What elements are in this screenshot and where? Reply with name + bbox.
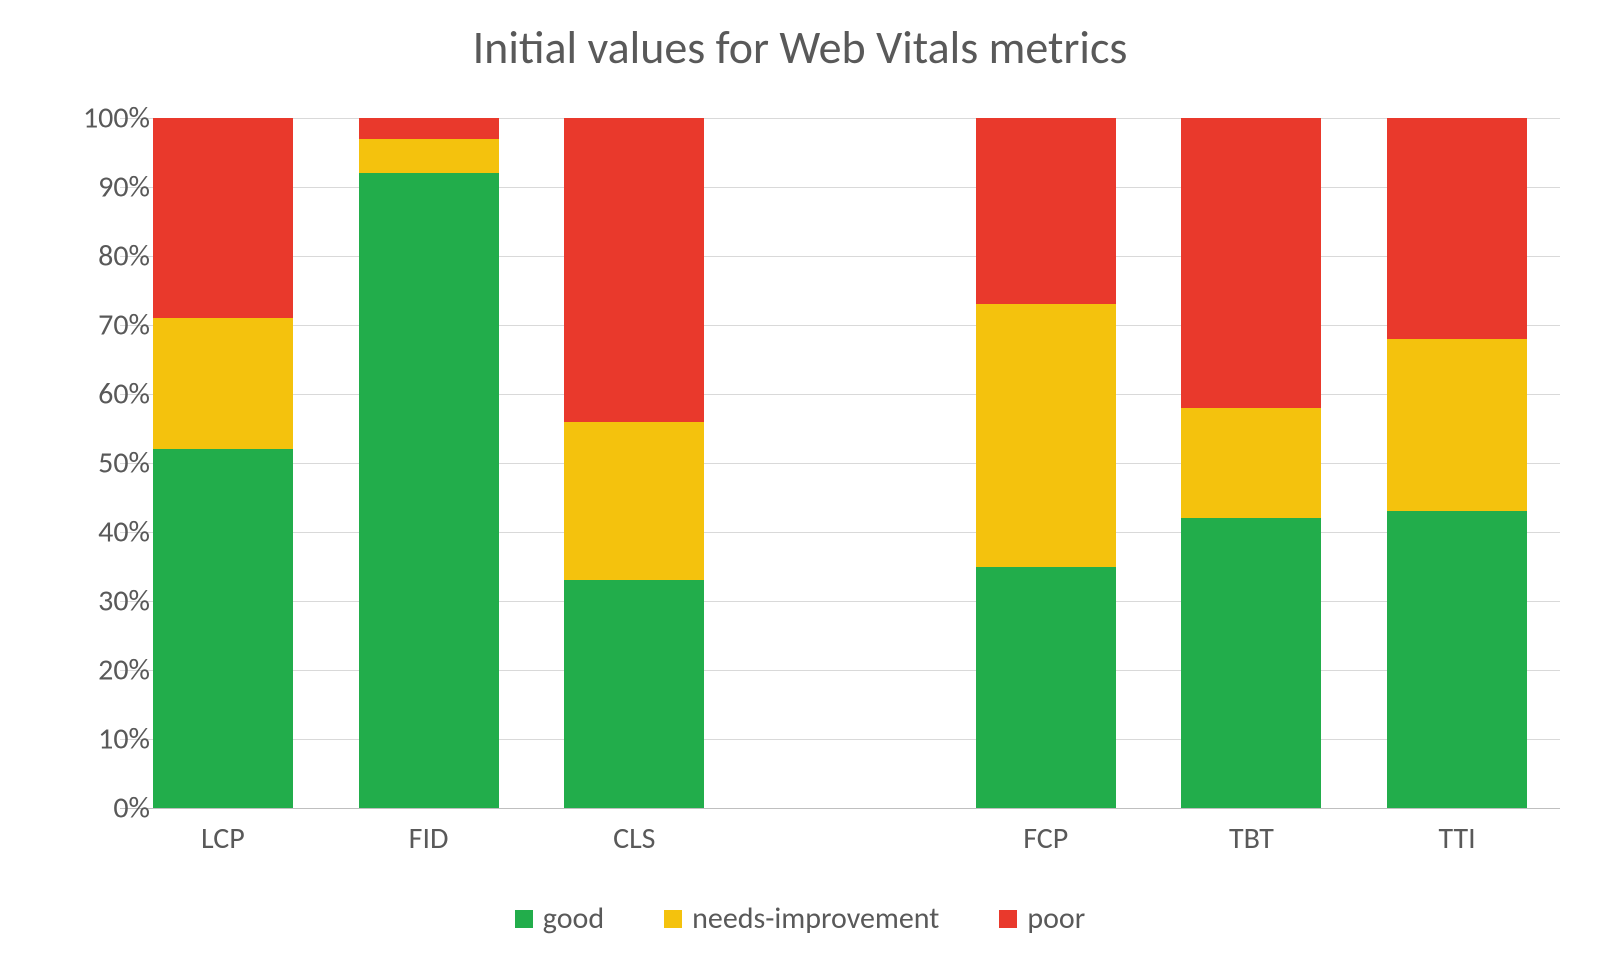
x-tick-label: CLS [429,820,840,857]
bar-slot: TTI [1354,118,1560,808]
bar-segment-poor [1181,118,1321,408]
stacked-bar-cls [564,118,704,808]
legend-swatch [515,910,533,928]
bar-slot: FID [326,118,532,808]
bar-segment-good [1181,518,1321,808]
x-tick-label: TTI [1251,820,1600,857]
legend-item-good: good [515,900,604,937]
bar-segment-good [153,449,293,808]
legend-label: poor [1027,900,1085,937]
chart-title: Initial values for Web Vitals metrics [0,20,1600,76]
bar-segment-good [1387,511,1527,808]
legend-item-poor: poor [999,900,1085,937]
bar-segment-poor [359,118,499,139]
bar-segment-needs-improvement [564,422,704,581]
bar-slot: FCP [943,118,1149,808]
stacked-bar-tbt [1181,118,1321,808]
bar-segment-good [976,567,1116,809]
bar-segment-poor [564,118,704,422]
legend-swatch [664,910,682,928]
bar-segment-needs-improvement [1181,408,1321,518]
bar-slot: CLS [531,118,737,808]
bar-segment-needs-improvement [1387,339,1527,512]
bar-segment-needs-improvement [153,318,293,449]
bar-segment-good [564,580,704,808]
legend: good needs-improvement poor [0,900,1600,937]
bar-segment-poor [1387,118,1527,339]
legend-item-needs-improvement: needs-improvement [664,900,939,937]
bar-segment-good [359,173,499,808]
stacked-bar-fid [359,118,499,808]
bar-segment-needs-improvement [359,139,499,174]
bar-segment-poor [976,118,1116,304]
bar-segment-poor [153,118,293,318]
stacked-bar-lcp [153,118,293,808]
legend-swatch [999,910,1017,928]
legend-label: good [543,900,604,937]
chart-container: Initial values for Web Vitals metrics 0%… [0,0,1600,957]
bars-layer: LCPFIDCLS FCPTBTTTI [120,118,1560,808]
legend-label: needs-improvement [692,900,939,937]
stacked-bar-fcp [976,118,1116,808]
stacked-bar-tti [1387,118,1527,808]
bar-slot [737,118,943,808]
bar-segment-needs-improvement [976,304,1116,566]
bar-slot: LCP [120,118,326,808]
bar-slot: TBT [1149,118,1355,808]
